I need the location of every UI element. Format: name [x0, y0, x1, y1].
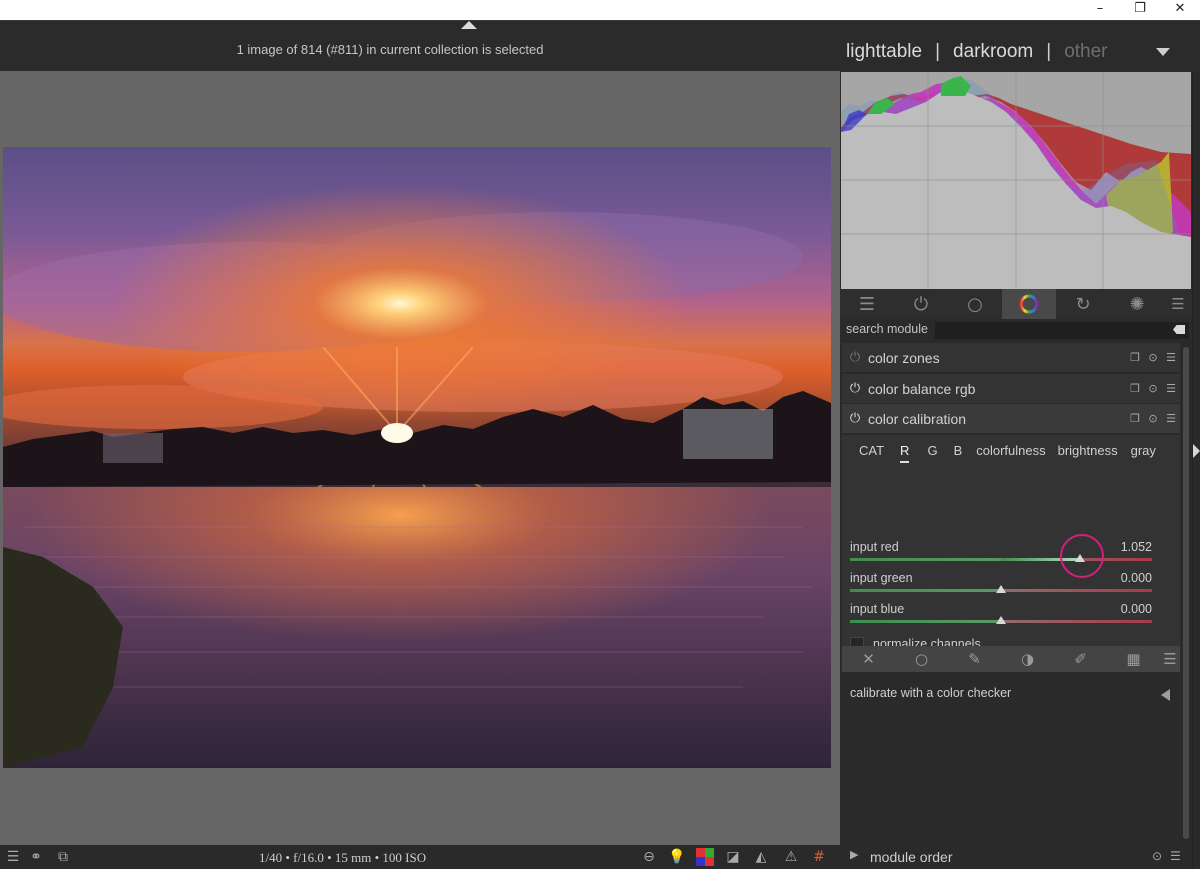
chevron-down-icon[interactable] [1156, 48, 1171, 56]
calibrate-color-checker-section[interactable]: calibrate with a color checker [850, 686, 1170, 704]
input-red-slider[interactable]: input red 1.052 [850, 540, 1152, 566]
image-canvas[interactable] [0, 71, 840, 845]
module-group-tabs: ☰ ⏻ ○ ↻ ✺ ☰ [840, 289, 1192, 319]
tab-g[interactable]: G [927, 441, 937, 463]
softproof-icon[interactable]: ◭ [750, 847, 772, 867]
module-menu-icon[interactable]: ☰ [1170, 849, 1181, 863]
view-separator: | [935, 41, 940, 62]
calibrate-label: calibrate with a color checker [850, 686, 1012, 700]
collapse-right-panel-icon[interactable] [1193, 444, 1200, 458]
tab-cat[interactable]: CAT [859, 441, 884, 463]
raw-overexposed-icon[interactable] [694, 847, 716, 867]
slider-label: input blue [850, 602, 905, 616]
module-order-row[interactable]: ▶ module order ⊙ ☰ [840, 846, 1192, 869]
close-button[interactable]: ✕ [1170, 1, 1190, 19]
slider-label: input red [850, 540, 899, 554]
highlight-circle-annotation [1060, 534, 1104, 578]
drawn-parametric-mask-icon[interactable]: ✐ [1054, 650, 1107, 668]
mask-menu-icon[interactable]: ☰ [1160, 650, 1180, 668]
clipping-indicator-icon[interactable]: ◪ [722, 847, 744, 867]
histogram[interactable] [841, 72, 1191, 289]
tab-b[interactable]: B [954, 441, 963, 463]
module-menu-icon[interactable]: ☰ [1162, 382, 1180, 395]
bottom-panel: ☰ ⚭ ⧉ 1/40 • f/16.0 • 15 mm • 100 ISO ⊖ … [0, 845, 840, 869]
slider-thumb[interactable] [996, 585, 1006, 593]
second-window-icon[interactable]: ⧉ [52, 847, 74, 867]
module-menu-icon[interactable]: ☰ [1162, 351, 1180, 364]
slider-value[interactable]: 0.000 [1121, 571, 1152, 585]
reset-icon[interactable]: ⊙ [1152, 849, 1162, 863]
color-calibration-body: CAT R G B colorfulness brightness gray i… [842, 435, 1180, 701]
color-wheel-icon[interactable] [1002, 289, 1056, 319]
circle-icon[interactable]: ○ [948, 289, 1002, 319]
guides-icon[interactable]: # [808, 847, 830, 867]
chevron-left-icon[interactable] [1161, 689, 1170, 701]
top-panel: 1 image of 814 (#811) in current collect… [0, 20, 1200, 71]
color-calibration-tabs: CAT R G B colorfulness brightness gray [842, 441, 1180, 463]
restore-button[interactable]: ❐ [1130, 1, 1150, 19]
minimize-button[interactable]: – [1090, 1, 1110, 19]
view-separator: | [1046, 41, 1052, 62]
module-color-balance-rgb[interactable]: ⏻ color balance rgb ❐ ⊙ ☰ [842, 374, 1180, 404]
mask-off-icon[interactable]: ✕ [842, 650, 895, 668]
sliders-icon[interactable]: ☰ [840, 289, 894, 319]
photo-preview [3, 147, 831, 768]
uniform-mask-icon[interactable]: ○ [895, 650, 948, 668]
collapse-top-panel-icon[interactable] [461, 21, 477, 29]
input-blue-slider[interactable]: input blue 0.000 [850, 602, 1152, 628]
tab-gray[interactable]: gray [1131, 441, 1156, 463]
right-panel: ☰ ⏻ ○ ↻ ✺ ☰ search module ⏻ color zones … [840, 71, 1192, 869]
drawn-mask-icon[interactable]: ✎ [948, 650, 1001, 668]
tab-r[interactable]: R [900, 441, 910, 463]
rotate-icon[interactable]: ↻ [1056, 289, 1110, 319]
power-icon[interactable]: ⏻ [842, 350, 868, 365]
slider-label: input green [850, 571, 913, 585]
reset-icon[interactable]: ⊙ [1144, 412, 1162, 425]
presets-icon[interactable]: ❐ [1126, 382, 1144, 395]
search-module-label: search module [846, 322, 928, 336]
module-name: color balance rgb [868, 380, 976, 397]
tab-brightness[interactable]: brightness [1058, 441, 1118, 463]
color-assessment-icon[interactable]: 💡 [666, 847, 688, 867]
expand-arrow-icon[interactable]: ▶ [850, 848, 858, 861]
view-lighttable[interactable]: lighttable [846, 41, 922, 63]
search-module-row: search module [840, 319, 1192, 341]
tab-colorfulness[interactable]: colorfulness [976, 441, 1045, 463]
slider-value[interactable]: 1.052 [1121, 540, 1152, 554]
power-icon[interactable]: ⏻ [894, 289, 948, 319]
quick-access-menu-icon[interactable]: ☰ [2, 847, 24, 867]
power-icon[interactable]: ⏻ [842, 411, 868, 426]
presets-icon[interactable]: ❐ [1126, 351, 1144, 364]
view-darkroom[interactable]: darkroom [953, 41, 1033, 63]
blend-mask-bar: ✕ ○ ✎ ◑ ✐ ▦ ☰ [842, 646, 1180, 672]
styles-icon[interactable]: ⚭ [25, 847, 47, 867]
module-order-label: module order [870, 849, 953, 865]
presets-icon[interactable]: ❐ [1126, 412, 1144, 425]
parametric-mask-icon[interactable]: ◑ [1001, 650, 1054, 668]
module-name: color zones [868, 349, 940, 366]
search-module-input[interactable] [935, 322, 1189, 339]
right-panel-scrollbar[interactable] [1183, 347, 1189, 839]
module-color-calibration[interactable]: ⏻ color calibration ❐ ⊙ ☰ [842, 404, 1180, 434]
slider-thumb[interactable] [996, 616, 1006, 624]
view-switcher: lighttable | darkroom | other [846, 37, 1171, 67]
right-panel-edge [1192, 71, 1200, 869]
power-icon[interactable]: ⏻ [842, 381, 868, 396]
reset-icon[interactable]: ⊙ [1144, 382, 1162, 395]
view-other[interactable]: other [1064, 41, 1156, 63]
aperture-icon[interactable]: ✺ [1110, 289, 1164, 319]
slider-value[interactable]: 0.000 [1121, 602, 1152, 616]
gamut-check-icon[interactable]: ⚠ [780, 847, 802, 867]
module-name: color calibration [868, 410, 967, 427]
exif-info: 1/40 • f/16.0 • 15 mm • 100 ISO [259, 850, 427, 865]
input-green-slider[interactable]: input green 0.000 [850, 571, 1152, 597]
hamburger-menu-icon[interactable]: ☰ [1164, 289, 1192, 319]
focus-peaking-icon[interactable]: ⊖ [638, 847, 660, 867]
module-color-zones[interactable]: ⏻ color zones ❐ ⊙ ☰ [842, 343, 1180, 373]
module-menu-icon[interactable]: ☰ [1162, 412, 1180, 425]
window-title-bar: – ❐ ✕ [0, 0, 1200, 20]
selection-info: 1 image of 814 (#811) in current collect… [236, 42, 544, 57]
raster-mask-icon[interactable]: ▦ [1107, 650, 1160, 668]
reset-icon[interactable]: ⊙ [1144, 351, 1162, 364]
